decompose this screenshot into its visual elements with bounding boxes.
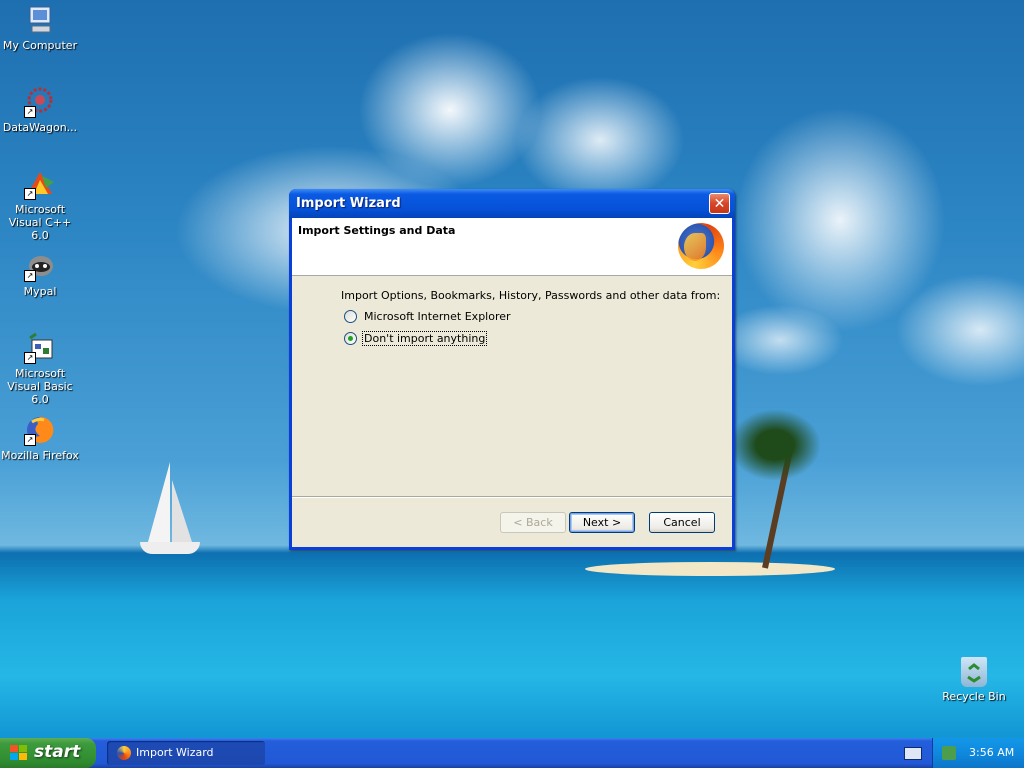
shortcut-arrow-icon: ↗ [24, 434, 36, 446]
dialog-titlebar[interactable]: Import Wizard ✕ [289, 189, 735, 218]
option-dont-import[interactable]: Don't import anything [344, 331, 488, 346]
desktop-icon-label: Recycle Bin [942, 690, 1006, 703]
visual-basic-icon: ↗ [24, 332, 56, 364]
desktop-icon-recycle-bin[interactable]: Recycle Bin [934, 657, 1014, 703]
wizard-header: Import Settings and Data [292, 218, 732, 276]
windows-logo-icon [10, 745, 28, 761]
visual-cpp-icon: ↗ [24, 168, 56, 200]
shortcut-arrow-icon: ↗ [24, 270, 36, 282]
shortcut-arrow-icon: ↗ [24, 188, 36, 200]
start-label: start [34, 742, 81, 762]
firefox-icon [117, 746, 131, 760]
desktop-icon-datawagon[interactable]: ↗ DataWagon... [0, 86, 80, 134]
firefox-logo-icon [678, 223, 724, 269]
option-label[interactable]: Microsoft Internet Explorer [363, 310, 512, 323]
desktop-icon-label: Mozilla Firefox [1, 449, 79, 462]
close-button[interactable]: ✕ [709, 193, 730, 214]
next-button[interactable]: Next > [569, 512, 635, 533]
keyboard-icon[interactable] [904, 747, 922, 760]
cancel-button[interactable]: Cancel [649, 512, 715, 533]
radio-button-selected[interactable] [344, 332, 357, 345]
radio-button[interactable] [344, 310, 357, 323]
datawagon-icon: ↗ [24, 86, 56, 118]
desktop-icon-my-computer[interactable]: My Computer [0, 4, 80, 52]
dialog-client-area: Import Settings and Data Import Options,… [292, 218, 732, 547]
shortcut-arrow-icon: ↗ [24, 106, 36, 118]
back-button[interactable]: < Back [500, 512, 566, 533]
option-internet-explorer[interactable]: Microsoft Internet Explorer [344, 310, 512, 323]
desktop-icon-firefox[interactable]: ↗ Mozilla Firefox [0, 414, 80, 462]
close-icon: ✕ [713, 196, 726, 212]
sailboat-hull [140, 542, 200, 554]
taskbar-item-label: Import Wizard [136, 746, 214, 759]
desktop-icon-label: Microsoft Visual C++ 6.0 [8, 203, 72, 242]
desktop-icon-visual-cpp[interactable]: ↗ Microsoft Visual C++ 6.0 [0, 168, 80, 242]
option-label[interactable]: Don't import anything [361, 331, 488, 346]
desktop-icon-label: Mypal [23, 285, 57, 298]
taskbar: start Import Wizard 3:56 AM [0, 738, 1024, 768]
button-separator [292, 496, 732, 498]
sand-island [585, 562, 835, 576]
import-prompt: Import Options, Bookmarks, History, Pass… [341, 289, 721, 302]
sailboat-jib [172, 480, 192, 542]
mypal-icon: ↗ [24, 250, 56, 282]
desktop-icon-mypal[interactable]: ↗ Mypal [0, 250, 80, 298]
clock[interactable]: 3:56 AM [969, 746, 1014, 759]
sailboat-sail [148, 462, 170, 542]
system-tray: 3:56 AM [932, 738, 1024, 768]
desktop-icon-label: Microsoft Visual Basic 6.0 [7, 367, 73, 406]
desktop-icon-visual-basic[interactable]: ↗ Microsoft Visual Basic 6.0 [0, 332, 80, 406]
start-button[interactable]: start [0, 738, 96, 768]
wizard-page-title: Import Settings and Data [298, 224, 456, 237]
recycle-bin-icon [961, 657, 987, 687]
palm-tree-leaves [730, 410, 820, 480]
dialog-title: Import Wizard [296, 196, 401, 211]
my-computer-icon [24, 4, 56, 36]
desktop-icon-label: My Computer [2, 39, 78, 52]
shortcut-arrow-icon: ↗ [24, 352, 36, 364]
firefox-icon: ↗ [24, 414, 56, 446]
taskbar-item-import-wizard[interactable]: Import Wizard [107, 741, 265, 765]
desktop-icon-label: DataWagon... [2, 121, 78, 134]
import-wizard-dialog: Import Wizard ✕ Import Settings and Data… [289, 189, 735, 550]
network-tray-icon[interactable] [942, 746, 956, 760]
